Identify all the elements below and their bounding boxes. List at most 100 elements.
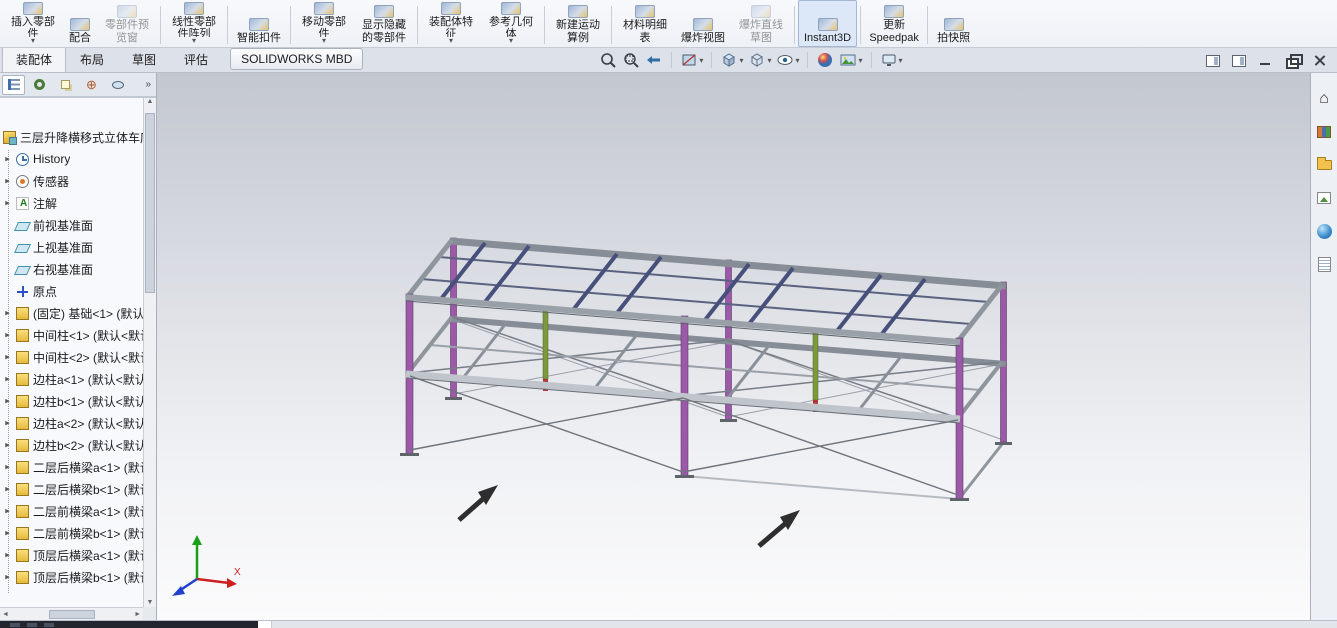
feature-tree-tab[interactable] xyxy=(2,74,25,95)
file-explorer-tab[interactable] xyxy=(1314,155,1334,175)
tree-vertical-scrollbar[interactable]: ▲ ▼ xyxy=(143,98,156,607)
tree-item-part[interactable]: ▸ 二层前横梁a<1> (默认 xyxy=(0,500,143,522)
view-palette-tab[interactable] xyxy=(1314,188,1334,208)
scroll-left-icon[interactable]: ◄ xyxy=(2,611,9,618)
zoom-to-area-button[interactable] xyxy=(621,50,641,70)
tree-item-annotations[interactable]: ▸注解 xyxy=(0,192,143,214)
edit-appearance-button[interactable] xyxy=(815,50,835,70)
arrow-shaft[interactable] xyxy=(457,496,486,522)
tree-item-part[interactable]: ▸ 中间柱<1> (默认<默认 xyxy=(0,324,143,346)
hide-show-items-button[interactable]: ▾ xyxy=(775,50,800,70)
design-library-tab[interactable] xyxy=(1314,122,1334,142)
property-manager-tab[interactable] xyxy=(28,75,51,95)
expand-arrow-icon[interactable]: ▸ xyxy=(2,198,13,209)
custom-properties-tab[interactable] xyxy=(1314,254,1334,274)
tab-sketch[interactable]: 草图 xyxy=(118,48,170,72)
expand-arrow-icon[interactable]: ▸ xyxy=(2,484,13,495)
minimize-button[interactable] xyxy=(1258,54,1273,67)
graphics-viewport[interactable]: X xyxy=(157,73,1310,620)
component-preview-window-button[interactable]: 零部件预览窗 xyxy=(97,0,157,47)
chevrons-right-icon[interactable]: » xyxy=(142,79,154,90)
instant3d-button[interactable]: Instant3D xyxy=(798,0,858,47)
tree-item-part[interactable]: ▸ 二层后横梁a<1> (默认 xyxy=(0,456,143,478)
tab-assembly[interactable]: 装配体 xyxy=(2,48,67,72)
expand-arrow-icon[interactable]: ▸ xyxy=(2,440,13,451)
reference-geometry-button[interactable]: 参考几何体 ▾ xyxy=(481,0,541,47)
restore-button[interactable] xyxy=(1285,54,1303,69)
tree-item-sensors[interactable]: ▸ 传感器 xyxy=(0,170,143,192)
expand-arrow-icon[interactable]: ▸ xyxy=(2,374,13,385)
insert-components-button[interactable]: 插入零部件 ▾ xyxy=(3,0,63,47)
bill-of-materials-button[interactable]: 材料明细表 xyxy=(615,0,675,47)
expand-arrow-icon[interactable]: ▸ xyxy=(2,528,13,539)
tree-horizontal-scrollbar[interactable]: ◄ ► xyxy=(0,607,143,620)
tree-item-right-plane[interactable]: 右视基准面 xyxy=(0,258,143,280)
move-component-button[interactable]: 移动零部件 ▾ xyxy=(294,0,354,47)
collapse-right-pane-icon[interactable] xyxy=(1232,54,1246,67)
tree-item-top-plane[interactable]: 上视基准面 xyxy=(0,236,143,258)
arrow-shaft[interactable] xyxy=(757,521,788,548)
tab-solidworks-mbd[interactable]: SOLIDWORKS MBD xyxy=(230,48,364,70)
expand-arrow-icon[interactable]: ▸ xyxy=(2,176,13,187)
zoom-to-fit-button[interactable] xyxy=(598,50,618,70)
scrollbar-thumb[interactable] xyxy=(145,113,155,293)
appearances-scenes-tab[interactable] xyxy=(1314,221,1334,241)
view-settings-button[interactable]: ▾ xyxy=(879,50,904,70)
tree-item-origin[interactable]: 原点 xyxy=(0,280,143,302)
tree-item-part[interactable]: ▸ 中间柱<2> (默认<默认 xyxy=(0,346,143,368)
linear-component-pattern-button[interactable]: 线性零部件阵列 ▾ xyxy=(164,0,224,47)
tree-item-part[interactable]: ▸ 二层前横梁b<1> (默认 xyxy=(0,522,143,544)
expand-arrow-icon[interactable]: ▸ xyxy=(2,550,13,561)
expand-arrow-icon[interactable]: ▸ xyxy=(2,506,13,517)
steel-frame-model[interactable] xyxy=(400,237,1012,501)
tab-layout[interactable]: 布局 xyxy=(66,48,118,72)
expand-arrow-icon[interactable]: ▸ xyxy=(2,308,13,319)
tree-item-front-plane[interactable]: 前视基准面 xyxy=(0,214,143,236)
smart-fasteners-button[interactable]: 智能扣件 xyxy=(231,0,287,47)
scroll-up-icon[interactable]: ▲ xyxy=(147,98,154,105)
exploded-view-button[interactable]: 爆炸视图 xyxy=(675,0,731,47)
tree-item-part[interactable]: ▸ 边柱a<1> (默认<默认 xyxy=(0,368,143,390)
expand-arrow-icon[interactable]: ▸ xyxy=(2,154,13,165)
3d-model-canvas[interactable]: X xyxy=(157,73,1310,620)
previous-view-button[interactable] xyxy=(644,50,664,70)
take-snapshot-button[interactable]: 拍快照 xyxy=(931,0,976,47)
sketch-arrows[interactable] xyxy=(457,485,800,548)
show-hidden-components-button[interactable]: 显示隐藏的零部件 xyxy=(354,0,414,47)
update-speedpak-button[interactable]: 更新Speedpak xyxy=(864,0,924,47)
tree-item-root-assembly[interactable]: 三层升降横移式立体车库 xyxy=(0,126,143,148)
tree-item-part[interactable]: ▸ 边柱a<2> (默认<默认 xyxy=(0,412,143,434)
expand-arrow-icon[interactable]: ▸ xyxy=(2,572,13,583)
mate-button[interactable]: 配合 xyxy=(63,0,97,47)
scroll-right-icon[interactable]: ► xyxy=(134,611,141,618)
new-motion-study-button[interactable]: 新建运动算例 xyxy=(548,0,608,47)
scrollbar-thumb[interactable] xyxy=(48,609,95,619)
display-style-button[interactable]: ▾ xyxy=(747,50,772,70)
explode-line-sketch-button[interactable]: 爆炸直线草图 xyxy=(731,0,791,47)
tab-evaluate[interactable]: 评估 xyxy=(170,48,222,72)
collapse-left-pane-icon[interactable] xyxy=(1206,54,1220,67)
tree-item-part[interactable]: ▸ 顶层后横梁a<1> (默认 xyxy=(0,544,143,566)
tree-item-part[interactable]: ▸ 边柱b<1> (默认<默认 xyxy=(0,390,143,412)
tree-item-history[interactable]: ▸ History xyxy=(0,148,143,170)
apply-scene-button[interactable]: ▾ xyxy=(838,50,863,70)
scroll-down-icon[interactable]: ▼ xyxy=(144,599,156,606)
assembly-features-button[interactable]: 装配体特征 ▾ xyxy=(421,0,481,47)
dimxpert-tab[interactable]: ⊕ xyxy=(80,75,103,95)
home-tab[interactable]: ⌂ xyxy=(1314,89,1334,109)
tree-item-part[interactable]: ▸ 顶层后横梁b<1> (默认 xyxy=(0,566,143,588)
tree-item-part[interactable]: ▸ 二层后横梁b<1> (默认 xyxy=(0,478,143,500)
expand-arrow-icon[interactable]: ▸ xyxy=(2,462,13,473)
section-view-button[interactable]: ▾ xyxy=(679,50,704,70)
display-manager-tab[interactable] xyxy=(106,75,129,95)
orientation-triad[interactable]: X xyxy=(172,535,241,596)
tree-item-part[interactable]: ▸(固定) 基础<1> (默认<<默认 xyxy=(0,302,143,324)
tree-item-part[interactable]: ▸ 边柱b<2> (默认<默认 xyxy=(0,434,143,456)
close-button[interactable] xyxy=(1312,54,1327,67)
configuration-manager-tab[interactable] xyxy=(54,75,77,95)
expand-arrow-icon[interactable]: ▸ xyxy=(2,418,13,429)
expand-arrow-icon[interactable]: ▸ xyxy=(2,330,13,341)
expand-arrow-icon[interactable]: ▸ xyxy=(2,352,13,363)
expand-arrow-icon[interactable]: ▸ xyxy=(2,396,13,407)
view-orientation-button[interactable]: ▾ xyxy=(719,50,744,70)
